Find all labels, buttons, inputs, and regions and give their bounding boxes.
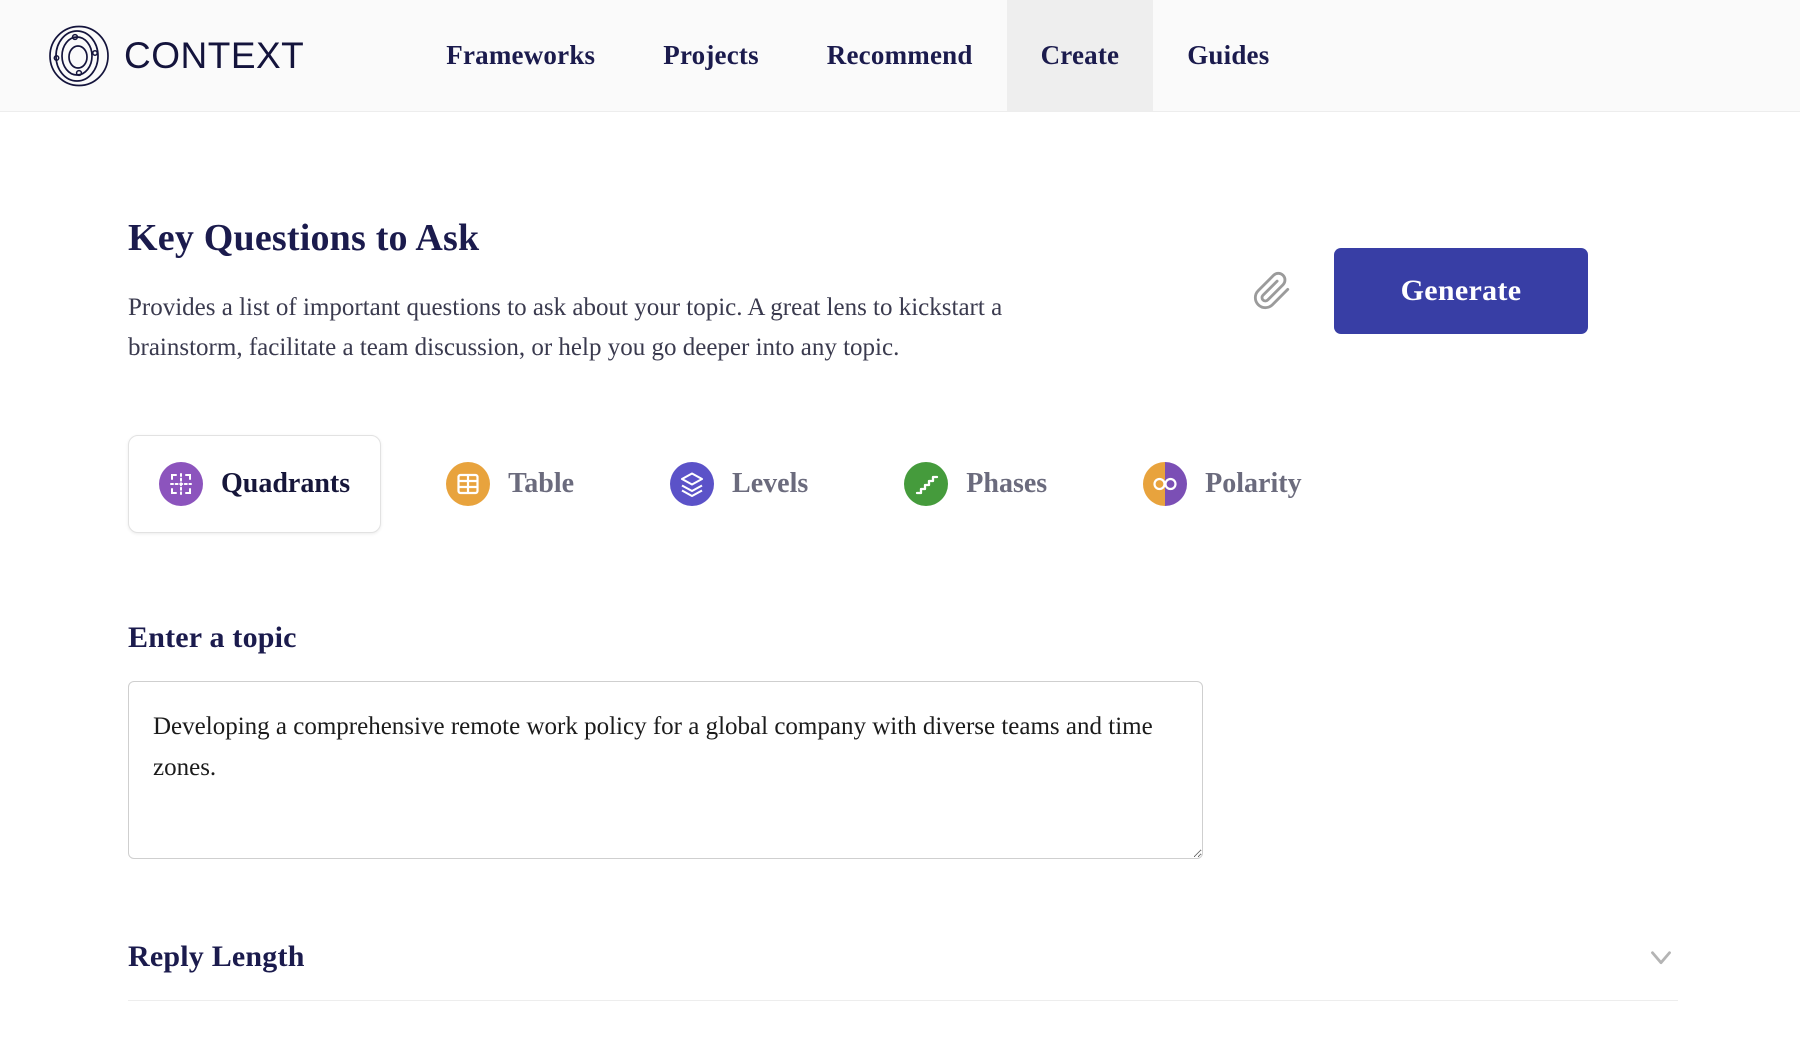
brand-name: CONTEXT [124, 34, 305, 76]
topic-input[interactable] [128, 681, 1203, 859]
nav-item-create[interactable]: Create [1006, 0, 1154, 111]
title-block: Key Questions to Ask Provides a list of … [128, 216, 1128, 367]
format-option-levels[interactable]: Levels [639, 435, 839, 533]
main-content: Key Questions to Ask Provides a list of … [0, 112, 1800, 1001]
format-option-phases[interactable]: Phases [873, 435, 1078, 533]
orbit-logo-icon [49, 25, 109, 86]
format-label-polarity: Polarity [1205, 468, 1302, 499]
format-option-polarity[interactable]: Polarity [1112, 435, 1332, 533]
phases-icon [904, 462, 949, 506]
page-title: Key Questions to Ask [128, 217, 480, 259]
attach-file-button[interactable] [1248, 267, 1296, 315]
page-description: Provides a list of important questions t… [128, 294, 1003, 361]
format-label-quadrants: Quadrants [221, 468, 351, 499]
format-label-table: Table [508, 468, 575, 499]
quadrants-icon [159, 462, 203, 506]
polarity-icon [1143, 462, 1188, 506]
nav-item-frameworks[interactable]: Frameworks [412, 0, 629, 111]
reply-length-section[interactable]: Reply Length [128, 940, 1678, 1001]
title-row: Key Questions to Ask Provides a list of … [128, 112, 1800, 367]
format-option-quadrants[interactable]: Quadrants [128, 435, 382, 533]
brand-logo[interactable]: CONTEXT [0, 0, 334, 111]
format-selector: Quadrants Table Levels Phases Polarity [128, 435, 1800, 533]
levels-icon [670, 462, 715, 506]
nav-item-guides[interactable]: Guides [1153, 0, 1303, 111]
table-icon [446, 462, 491, 506]
paperclip-icon [1253, 271, 1290, 310]
format-label-phases: Phases [966, 468, 1048, 499]
chevron-down-icon[interactable] [1644, 940, 1678, 974]
app-header: CONTEXT Frameworks Projects Recommend Cr… [0, 0, 1800, 112]
format-label-levels: Levels [732, 468, 809, 499]
nav-item-projects[interactable]: Projects [629, 0, 793, 111]
main-nav: Frameworks Projects Recommend Create Gui… [412, 0, 1303, 111]
topic-label: Enter a topic [128, 621, 297, 654]
generate-button[interactable]: Generate [1334, 248, 1588, 334]
nav-item-recommend[interactable]: Recommend [793, 0, 1007, 111]
title-actions: Generate [1248, 248, 1588, 334]
reply-length-label: Reply Length [128, 940, 305, 973]
format-option-table[interactable]: Table [415, 435, 605, 533]
